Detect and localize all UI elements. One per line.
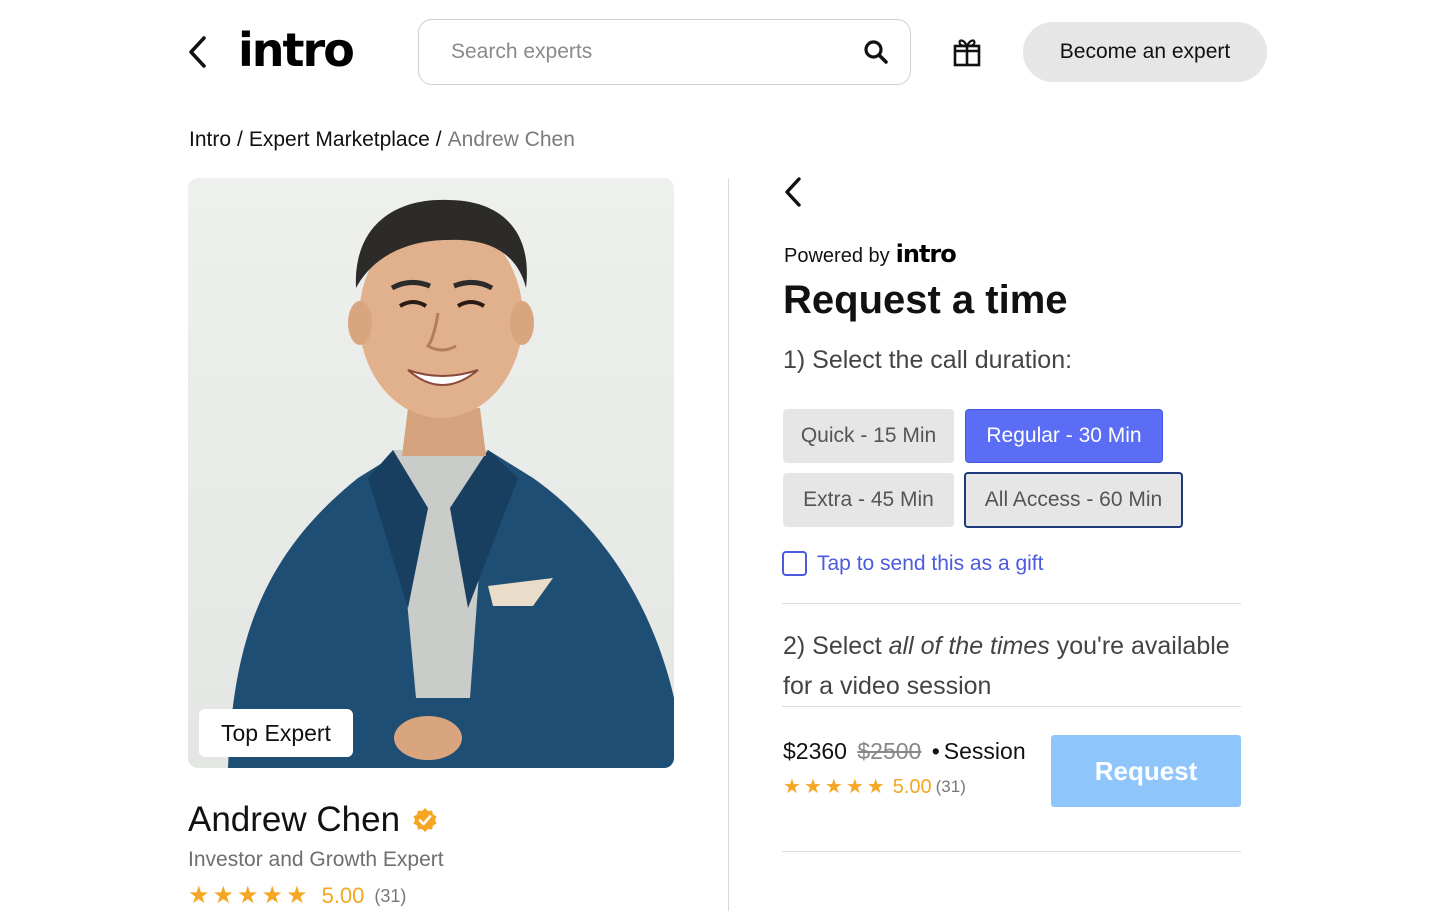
price-unit: Session — [943, 738, 1026, 764]
search-button[interactable] — [860, 36, 892, 68]
chevron-left-icon — [785, 177, 801, 207]
star-icon: ★ — [783, 776, 801, 798]
powered-by-text: Powered by — [784, 245, 890, 267]
search-input[interactable] — [451, 40, 860, 64]
verified-badge-icon — [413, 808, 437, 832]
star-icon: ★ — [212, 882, 235, 909]
expert-name-text: Andrew Chen — [188, 800, 401, 839]
duration-extra-button[interactable]: Extra - 45 Min — [783, 473, 954, 527]
price-original: $2500 — [857, 738, 922, 764]
divider — [782, 603, 1241, 604]
powered-by: Powered by intro — [784, 240, 957, 268]
gift-option[interactable]: Tap to send this as a gift — [782, 551, 1043, 576]
breadcrumb-item-intro[interactable]: Intro — [189, 128, 231, 151]
intro-mini-logo: intro — [895, 240, 957, 268]
search-icon — [864, 40, 888, 64]
expert-title: Investor and Growth Expert — [188, 848, 444, 871]
request-title: Request a time — [783, 278, 1068, 322]
rating-value: 5.00 — [321, 883, 365, 908]
panel-back-button[interactable] — [780, 176, 808, 208]
expert-portrait-illustration — [228, 199, 674, 768]
divider — [782, 851, 1241, 852]
star-icon: ★ — [866, 776, 885, 798]
duration-quick-button[interactable]: Quick - 15 Min — [783, 409, 954, 463]
gift-button[interactable] — [950, 34, 984, 68]
expert-rating: ★ ★ ★ ★ ★ 5.00 (31) — [188, 883, 406, 909]
rating-value: 5.00 — [892, 775, 932, 798]
divider — [782, 706, 1241, 707]
step2-prefix: 2) Select — [783, 632, 889, 660]
star-icon: ★ — [188, 882, 210, 909]
request-button[interactable]: Request — [1051, 735, 1241, 807]
star-icon: ★ — [803, 776, 822, 798]
breadcrumb-separator: / — [435, 128, 442, 151]
become-expert-button[interactable]: Become an expert — [1023, 22, 1267, 82]
breadcrumb-item-expert-marketplace[interactable]: Expert Marketplace — [249, 128, 430, 151]
chevron-left-icon — [189, 36, 206, 68]
star-icon: ★ — [845, 776, 864, 798]
price-row: $2360 $2500 • Session — [783, 738, 1026, 765]
star-icon: ★ — [237, 882, 259, 909]
back-button[interactable] — [184, 34, 214, 70]
star-icon: ★ — [261, 882, 284, 909]
breadcrumb-current: Andrew Chen — [447, 128, 575, 151]
gift-label[interactable]: Tap to send this as a gift — [817, 552, 1043, 576]
star-rating: ★ ★ ★ ★ ★ — [188, 884, 308, 908]
intro-logo[interactable]: intro — [238, 22, 355, 78]
rating-count: (31) — [374, 885, 407, 906]
star-icon: ★ — [824, 776, 843, 798]
duration-regular-button[interactable]: Regular - 30 Min — [965, 409, 1163, 463]
price-separator: • — [931, 738, 940, 764]
search-bar — [418, 19, 911, 85]
booking-rating: ★ ★ ★ ★ ★ 5.00 (31) — [783, 775, 966, 799]
rating-count: (31) — [935, 777, 966, 796]
step2-label: 2) Select all of the times you're availa… — [783, 626, 1253, 706]
star-icon: ★ — [286, 882, 308, 909]
top-expert-badge: Top Expert — [199, 709, 353, 757]
price-current: $2360 — [783, 738, 847, 764]
expert-name: Andrew Chen — [188, 800, 438, 840]
expert-photo: Top Expert — [188, 178, 674, 768]
duration-all-access-button[interactable]: All Access - 60 Min — [964, 472, 1183, 528]
gift-checkbox[interactable] — [782, 551, 807, 576]
breadcrumb-separator: / — [237, 128, 243, 151]
breadcrumb: Intro / Expert Marketplace / Andrew Chen — [189, 128, 575, 152]
step2-emphasis: all of the times — [888, 632, 1050, 660]
star-rating: ★ ★ ★ ★ ★ — [783, 775, 885, 799]
gift-icon — [953, 39, 981, 67]
column-divider — [728, 178, 729, 911]
step1-label: 1) Select the call duration: — [783, 346, 1073, 374]
